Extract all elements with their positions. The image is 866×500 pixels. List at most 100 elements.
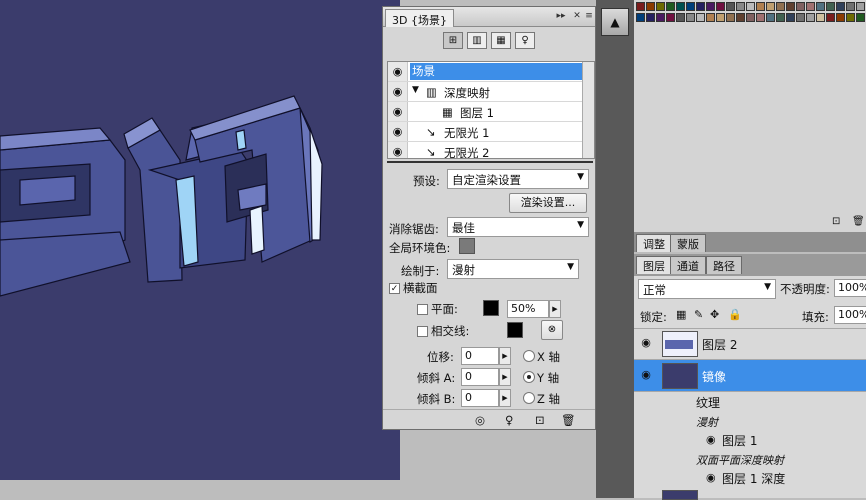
color-swatch[interactable] — [656, 13, 665, 22]
color-swatch[interactable] — [696, 2, 705, 11]
antialias-dropdown[interactable]: 最佳 ▼ — [447, 217, 589, 237]
tab-adjustments[interactable]: 调整 — [636, 234, 672, 252]
eye-icon[interactable]: ◉ — [706, 433, 716, 446]
eye-icon[interactable]: ◉ — [388, 122, 408, 141]
collapse-icon[interactable]: ▸▸ — [555, 10, 567, 22]
intersection-checkbox[interactable] — [417, 326, 428, 337]
color-swatch[interactable] — [816, 13, 825, 22]
color-swatch[interactable] — [686, 13, 695, 22]
light-filter-icon[interactable]: ♀ — [515, 32, 535, 49]
color-swatch[interactable] — [776, 13, 785, 22]
color-swatch[interactable] — [796, 13, 805, 22]
color-swatch[interactable] — [666, 2, 675, 11]
new-swatch-icon[interactable]: ⊡ — [832, 216, 840, 227]
eye-icon[interactable]: ◉ — [634, 368, 658, 381]
color-swatch[interactable] — [786, 2, 795, 11]
x-axis-radio[interactable] — [523, 350, 535, 362]
expand-triangle-icon[interactable]: ▼ — [412, 85, 419, 95]
y-axis-radio[interactable] — [523, 371, 535, 383]
opacity-field[interactable]: 100% — [834, 279, 866, 297]
color-swatch[interactable] — [756, 2, 765, 11]
tree-row-depth-map[interactable]: ◉ ▼ ▥ 深度映射 — [388, 82, 594, 102]
ambient-color-swatch[interactable] — [459, 238, 475, 254]
color-swatch[interactable] — [726, 2, 735, 11]
offset-field[interactable]: 0 — [461, 347, 499, 365]
blend-mode-dropdown[interactable]: 正常 ▼ — [638, 279, 776, 299]
color-swatch[interactable] — [706, 13, 715, 22]
color-swatch[interactable] — [806, 13, 815, 22]
color-swatch[interactable] — [816, 2, 825, 11]
panel-menu-icon[interactable]: ≡ — [583, 10, 595, 22]
color-swatch[interactable] — [696, 13, 705, 22]
tree-row-light2[interactable]: ◉ ↘ 无限光 2 — [388, 142, 594, 158]
tab-layers[interactable]: 图层 — [636, 256, 672, 274]
color-swatch[interactable] — [766, 2, 775, 11]
lock-transparent-icon[interactable]: ▦ — [676, 308, 686, 321]
render-settings-button[interactable]: 渲染设置... — [509, 193, 587, 213]
color-swatch[interactable] — [786, 13, 795, 22]
offset-arrow-icon[interactable]: ▶ — [499, 347, 511, 365]
tilt-a-field[interactable]: 0 — [461, 368, 499, 386]
tab-masks[interactable]: 蒙版 — [670, 234, 706, 252]
color-swatch[interactable] — [776, 2, 785, 11]
color-swatch[interactable] — [646, 2, 655, 11]
color-swatch[interactable] — [846, 2, 855, 11]
lock-paint-icon[interactable]: ✎ — [694, 308, 703, 321]
color-swatch[interactable] — [676, 13, 685, 22]
tree-row-light1[interactable]: ◉ ↘ 无限光 1 — [388, 122, 594, 142]
color-swatch[interactable] — [846, 13, 855, 22]
color-swatch[interactable] — [826, 13, 835, 22]
toggle-visibility-icon[interactable]: ◎ — [475, 413, 485, 427]
color-swatch[interactable] — [766, 13, 775, 22]
color-swatch[interactable] — [806, 2, 815, 11]
color-swatch[interactable] — [716, 2, 725, 11]
tree-row-layer1[interactable]: ◉ ▦ 图层 1 — [388, 102, 594, 122]
eye-icon[interactable]: ◉ — [706, 471, 716, 484]
color-swatch[interactable] — [856, 2, 865, 11]
color-swatch[interactable] — [706, 2, 715, 11]
color-swatch[interactable] — [856, 13, 865, 22]
z-axis-radio[interactable] — [523, 392, 535, 404]
document-canvas[interactable] — [0, 0, 400, 480]
color-swatch[interactable] — [636, 2, 645, 11]
scene-filter-icon[interactable]: ⊞ — [443, 32, 463, 49]
color-swatch[interactable] — [636, 13, 645, 22]
color-swatch[interactable] — [686, 2, 695, 11]
color-swatch[interactable] — [716, 13, 725, 22]
material-filter-icon[interactable]: ▦ — [491, 32, 511, 49]
eye-icon[interactable]: ◉ — [634, 336, 658, 349]
color-swatch[interactable] — [736, 2, 745, 11]
tilt-a-arrow-icon[interactable]: ▶ — [499, 368, 511, 386]
color-swatch[interactable] — [756, 13, 765, 22]
eye-icon[interactable]: ◉ — [388, 62, 408, 81]
trash-icon[interactable]: 🗑 — [561, 413, 576, 427]
new-light-icon[interactable]: ♀ — [505, 413, 513, 427]
trash-icon[interactable]: 🗑 — [852, 216, 865, 227]
plane-opacity-field[interactable]: 50% — [507, 300, 549, 318]
lock-all-icon[interactable]: 🔒 — [728, 308, 742, 321]
color-swatch[interactable] — [826, 2, 835, 11]
mesh-filter-icon[interactable]: ▥ — [467, 32, 487, 49]
tree-scrollbar[interactable] — [582, 62, 594, 158]
fill-field[interactable]: 100% — [834, 306, 866, 324]
lock-move-icon[interactable]: ✥ — [710, 308, 719, 321]
color-swatch[interactable] — [796, 2, 805, 11]
preset-dropdown[interactable]: 自定渲染设置 ▼ — [447, 169, 589, 189]
plane-checkbox[interactable] — [417, 304, 428, 315]
new-item-icon[interactable]: ⊡ — [535, 413, 545, 427]
tree-row-scene[interactable]: ◉ 场景 — [388, 62, 594, 82]
color-swatch[interactable] — [746, 13, 755, 22]
color-swatch[interactable] — [836, 13, 845, 22]
3d-dock-icon[interactable]: ▲ — [601, 8, 629, 36]
color-swatch[interactable] — [746, 2, 755, 11]
eye-icon[interactable]: ◉ — [388, 142, 408, 158]
tilt-b-field[interactable]: 0 — [461, 389, 499, 407]
cross-section-checkbox[interactable]: ✓ — [389, 283, 400, 294]
plane-color-swatch[interactable] — [483, 300, 499, 316]
tab-channels[interactable]: 通道 — [670, 256, 706, 274]
color-swatch[interactable] — [736, 13, 745, 22]
color-swatch[interactable] — [666, 13, 675, 22]
paint-on-dropdown[interactable]: 漫射 ▼ — [447, 259, 579, 279]
tab-3d-scene[interactable]: 3D {场景} — [385, 9, 454, 27]
eye-icon[interactable]: ◉ — [388, 102, 408, 121]
